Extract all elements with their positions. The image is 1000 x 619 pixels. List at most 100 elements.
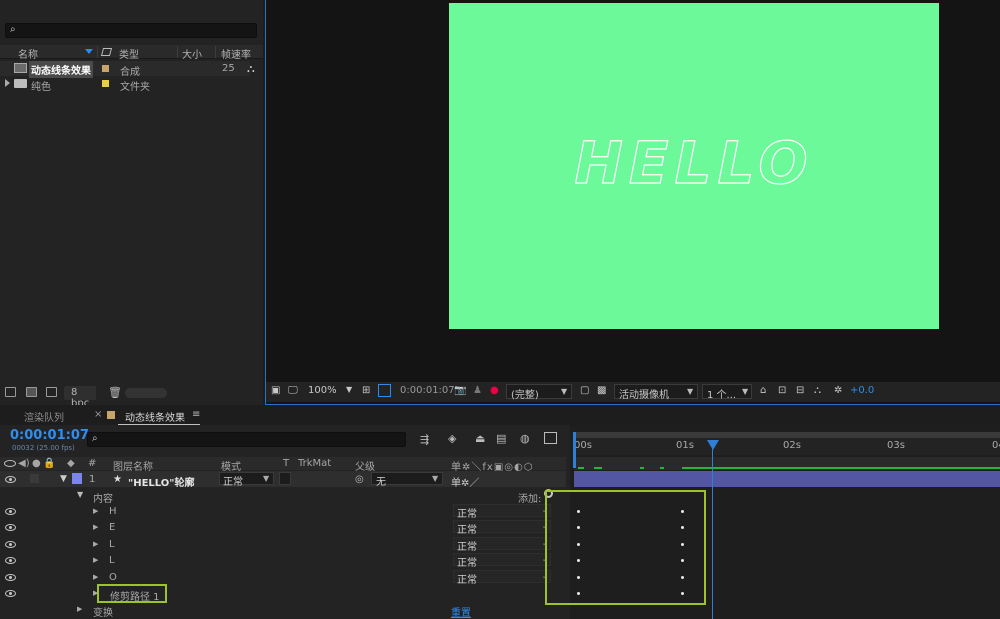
shape-group-row[interactable]: ▶ O 正常 ✓ — [0, 569, 566, 586]
pickwhip-icon[interactable]: ◎ — [355, 474, 364, 485]
reset-link[interactable]: 重置 — [451, 604, 471, 619]
transform-row[interactable]: ▶ 变换 重置 — [0, 601, 566, 619]
col-name[interactable]: 名称 — [18, 46, 38, 61]
collapse-arrow-icon[interactable]: ▼ — [77, 490, 83, 499]
always-preview-icon[interactable]: ▣ — [271, 385, 280, 396]
video-visibility-icon[interactable] — [4, 460, 16, 467]
layer-duration-bar[interactable] — [574, 471, 1000, 487]
expand-arrow-icon[interactable]: ▶ — [93, 573, 98, 581]
tab-composition[interactable]: 动态线条效果 — [125, 409, 185, 424]
timeline-icon[interactable]: ⊟ — [796, 385, 804, 396]
keyframe-marker[interactable] — [681, 576, 684, 579]
project-item-composition[interactable]: 动态线条效果 合成 25 — [0, 61, 250, 78]
keyframe-marker[interactable] — [577, 592, 580, 595]
collapse-arrow-icon[interactable]: ▼ — [60, 474, 67, 484]
chevron-down-icon[interactable]: ▼ — [346, 385, 352, 394]
eye-icon[interactable] — [5, 524, 16, 531]
flowchart-icon[interactable]: ⛬ — [247, 62, 255, 76]
tab-render-queue[interactable]: 渲染队列 — [24, 409, 64, 424]
layer-row[interactable]: ▼ 1 ★ "HELLO"轮廓 正常 ▼ ◎ 无 ▼ 单✲／ — [0, 471, 566, 489]
eye-icon[interactable] — [5, 508, 16, 515]
col-framerate[interactable]: 帧速率 — [221, 46, 251, 61]
snapshot-icon[interactable]: 📷 — [454, 385, 466, 396]
new-composition-icon[interactable] — [46, 387, 57, 397]
grid-guide-icon[interactable]: ⊞ — [362, 385, 370, 396]
group-mode-dropdown[interactable]: 正常 ✓ — [453, 570, 551, 586]
trim-paths-row[interactable]: ▶ 修剪路径 1 — [0, 585, 566, 603]
resolution-dropdown[interactable]: (完整) ▼ — [506, 384, 572, 401]
frame-blending-icon[interactable]: ▤ — [496, 432, 506, 445]
project-item-folder[interactable]: 纯色 文件夹 — [0, 76, 250, 93]
layer-label-color[interactable] — [72, 473, 82, 484]
audio-icon[interactable]: ◀) — [18, 458, 30, 469]
playhead-line[interactable] — [712, 440, 713, 619]
shape-group-row[interactable]: ▶ E 正常 ✓ — [0, 519, 566, 536]
shape-group-row[interactable]: ▶ H 正常 ✓ — [0, 503, 566, 520]
label-color[interactable] — [102, 65, 109, 72]
keyframe-marker[interactable] — [681, 559, 684, 562]
motion-blur-icon[interactable]: ◍ — [520, 432, 530, 445]
expand-arrow-icon[interactable] — [5, 79, 10, 87]
expand-arrow-icon[interactable]: ▶ — [93, 507, 98, 515]
time-ruler[interactable]: 00s 01s 02s 03s 04 — [574, 438, 1000, 455]
keyframe-marker[interactable] — [681, 526, 684, 529]
project-search-input[interactable]: ⌕ — [5, 23, 257, 38]
eye-icon[interactable] — [5, 574, 16, 581]
current-time[interactable]: 0:00:01:07 — [400, 385, 455, 396]
shy-layers-icon[interactable]: ⏏ — [475, 432, 485, 445]
keyframe-marker[interactable] — [681, 510, 684, 513]
keyframe-marker[interactable] — [577, 510, 580, 513]
trash-icon[interactable]: 🗑 — [108, 386, 122, 399]
panel-menu-icon[interactable]: ≡ — [192, 409, 200, 420]
shape-group-row[interactable]: ▶ L 正常 ✓ — [0, 552, 566, 569]
flowchart-icon[interactable]: ⛬ — [814, 385, 821, 396]
col-type[interactable]: 类型 — [119, 46, 139, 61]
mask-visibility-icon[interactable] — [378, 384, 391, 397]
group-mode-dropdown[interactable]: 正常 ✓ — [453, 537, 551, 553]
keyframe-marker[interactable] — [577, 543, 580, 546]
eye-icon[interactable] — [5, 541, 16, 548]
expand-arrow-icon[interactable]: ▶ — [77, 605, 82, 613]
interpret-footage-icon[interactable] — [5, 387, 16, 397]
eye-icon[interactable] — [5, 476, 16, 483]
timeline-timecode[interactable]: 0:00:01:07 — [10, 428, 89, 443]
fast-preview-icon[interactable]: ⌂ — [760, 385, 766, 396]
lock-icon[interactable]: 🔒 — [43, 458, 55, 469]
shape-group-row[interactable]: ▶ L 正常 ✓ — [0, 536, 566, 553]
keyframe-marker[interactable] — [577, 559, 580, 562]
close-tab-icon[interactable]: × — [94, 409, 102, 420]
layer-search-input[interactable]: ⌕ — [87, 432, 406, 447]
contents-row[interactable]: ▼ 内容 添加: — [0, 487, 566, 505]
zoom-dropdown[interactable]: 100% — [308, 385, 337, 396]
views-dropdown[interactable]: 1 个... ▼ — [702, 384, 752, 401]
region-of-interest-icon[interactable]: ▢ — [580, 385, 589, 396]
transparency-grid-icon[interactable]: ▩ — [597, 385, 606, 396]
exposure-value[interactable]: +0.0 — [850, 385, 874, 396]
new-folder-icon[interactable] — [26, 387, 37, 397]
eye-icon[interactable] — [5, 557, 16, 564]
show-snapshot-icon[interactable]: ♟ — [473, 385, 482, 396]
solo-icon[interactable]: ● — [32, 458, 41, 469]
monitor-icon[interactable]: 🖵 — [288, 385, 298, 396]
expand-arrow-icon[interactable]: ▶ — [93, 556, 98, 564]
trkmat-dropdown[interactable] — [279, 472, 291, 485]
reset-exposure-icon[interactable]: ✲ — [834, 385, 842, 396]
keyframe-marker[interactable] — [681, 592, 684, 595]
draft-3d-icon[interactable]: ◈ — [448, 432, 456, 445]
eye-icon[interactable] — [5, 590, 16, 597]
thumbnail-slider[interactable] — [125, 388, 167, 398]
expand-arrow-icon[interactable]: ▶ — [93, 540, 98, 548]
composition-canvas[interactable]: HELLO — [449, 3, 939, 329]
keyframe-marker[interactable] — [577, 576, 580, 579]
camera-dropdown[interactable]: 活动摄像机 ▼ — [614, 384, 698, 401]
graph-editor-icon[interactable] — [544, 432, 557, 444]
playhead-handle[interactable] — [707, 440, 719, 450]
layer-mode-dropdown[interactable]: 正常 ▼ — [219, 472, 274, 488]
work-area-start-marker[interactable] — [573, 432, 576, 468]
keyframe-marker[interactable] — [681, 543, 684, 546]
label-tag-icon[interactable]: ◆ — [67, 458, 75, 469]
label-tag-icon[interactable] — [100, 48, 113, 56]
comp-mini-flowchart-icon[interactable]: ⇶ — [420, 433, 429, 446]
group-mode-dropdown[interactable]: 正常 ✓ — [453, 553, 551, 569]
bpc-button[interactable]: 8 bpc — [64, 386, 96, 409]
